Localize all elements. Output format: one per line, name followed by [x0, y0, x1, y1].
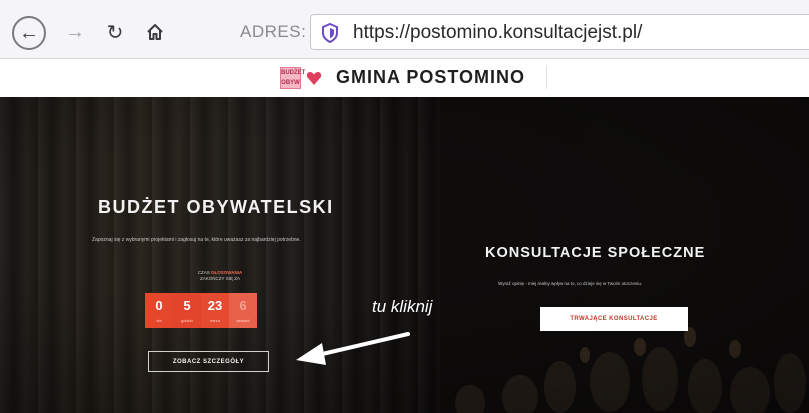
- back-arrow-icon[interactable]: ←: [12, 16, 46, 50]
- site-logo-text: BUDŻET OBYW: [281, 70, 306, 86]
- forward-arrow-icon[interactable]: →: [60, 17, 90, 47]
- hero-banner: BUDŻET OBYWATELSKI Zapoznaj się z wybran…: [0, 97, 809, 413]
- shield-icon[interactable]: [321, 22, 339, 44]
- browser-toolbar: ← → ↻ ADRES: https://postomino.konsultac…: [0, 0, 809, 59]
- annotation-arrow-icon: [296, 332, 410, 365]
- header-divider: [546, 65, 547, 89]
- home-icon[interactable]: [140, 17, 170, 47]
- heart-icon: [306, 69, 322, 87]
- address-label: ADRES:: [240, 22, 307, 41]
- site-logo[interactable]: BUDŻET OBYW: [280, 67, 305, 89]
- url-bar[interactable]: https://postomino.konsultacjejst.pl/: [310, 14, 809, 50]
- site-title[interactable]: GMINA POSTOMINO: [336, 67, 525, 88]
- site-header: BUDŻET OBYW GMINA POSTOMINO: [0, 59, 809, 97]
- reload-icon[interactable]: ↻: [100, 17, 130, 47]
- url-text[interactable]: https://postomino.konsultacjejst.pl/: [353, 22, 642, 44]
